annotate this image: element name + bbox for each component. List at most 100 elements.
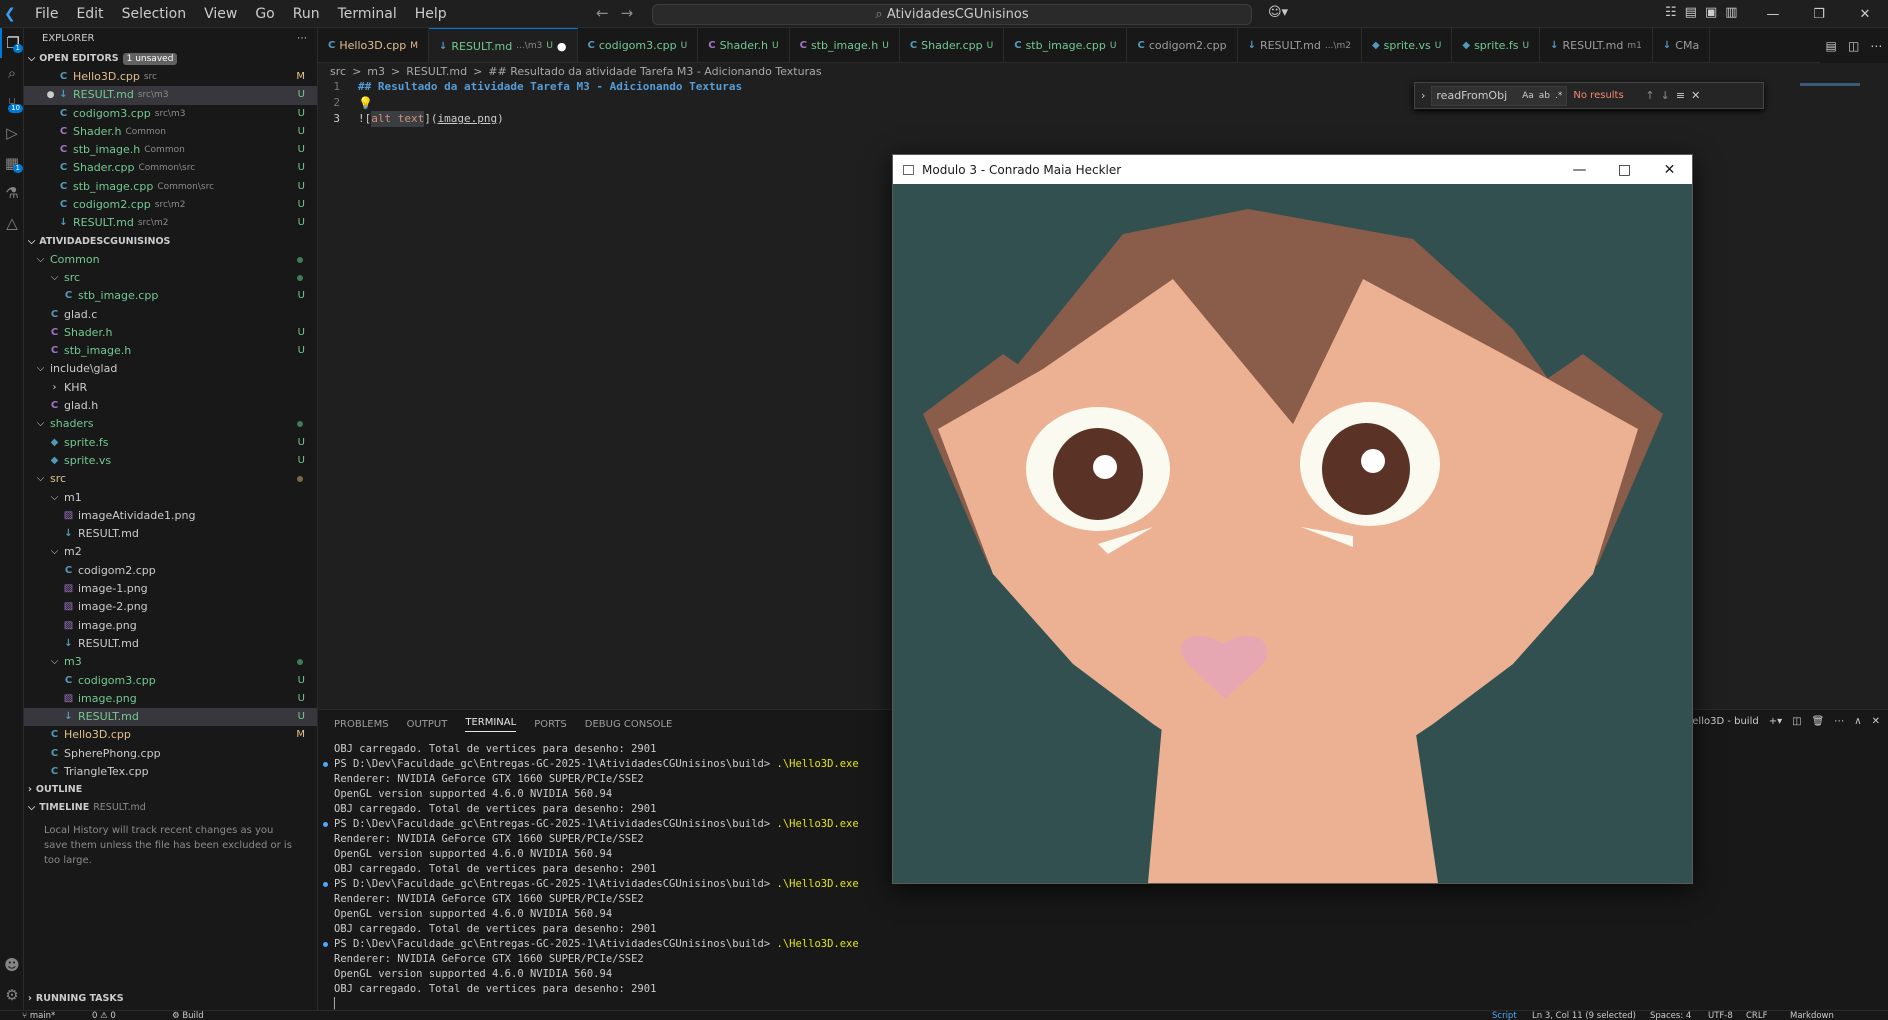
tree-file[interactable]: Cstb_image.h U xyxy=(24,342,317,360)
script-status[interactable]: Script xyxy=(1492,1011,1517,1020)
menu-item-go[interactable]: Go xyxy=(246,6,283,22)
menu-item-help[interactable]: Help xyxy=(406,6,456,22)
running-tasks-header[interactable]: › RUNNING TASKS xyxy=(24,990,124,1008)
run-debug-icon[interactable]: ▷ xyxy=(0,118,24,148)
menu-item-edit[interactable]: Edit xyxy=(67,6,112,22)
toggle-panel-icon[interactable]: ▣ xyxy=(1705,5,1717,20)
command-decoration-icon[interactable] xyxy=(323,822,328,827)
menu-item-run[interactable]: Run xyxy=(284,6,329,22)
tab-result-md[interactable]: ↓ RESULT.md m1 xyxy=(1540,28,1653,62)
tree-file[interactable]: ↓ RESULT.md xyxy=(24,635,317,653)
image-path[interactable]: image.png xyxy=(437,111,497,127)
split-editor-icon[interactable]: ◫ xyxy=(1848,39,1859,53)
open-editors-header[interactable]: ⌵ OPEN EDITORS 1 unsaved xyxy=(24,50,317,68)
open-editor-item[interactable]: C Shader.h Common U xyxy=(24,123,317,141)
open-editor-item[interactable]: Cstb_image.h Common U xyxy=(24,141,317,159)
render-viewport[interactable] xyxy=(893,184,1692,883)
tree-folder[interactable]: › KHR xyxy=(24,379,317,397)
tree-folder[interactable]: ⌵ Common xyxy=(24,251,317,269)
timeline-header[interactable]: ⌵ TIMELINE RESULT.md xyxy=(24,799,317,817)
app-minimize-icon[interactable]: — xyxy=(1557,162,1602,178)
maximize-panel-icon[interactable]: ∧ xyxy=(1854,716,1861,727)
match-case-icon[interactable]: Aa xyxy=(1522,87,1534,105)
command-decoration-icon[interactable] xyxy=(323,762,328,767)
command-decoration-icon[interactable] xyxy=(323,942,328,947)
new-terminal-icon[interactable]: +▾ xyxy=(1769,716,1782,727)
tree-file[interactable]: ▨ imageAtividade1.png xyxy=(24,507,317,525)
opengl-app-window[interactable]: Modulo 3 - Conrado Maia Heckler — □ ✕ xyxy=(892,154,1693,884)
cmake-icon[interactable]: △ xyxy=(0,208,24,238)
cursor-position[interactable]: Ln 3, Col 11 (9 selected) xyxy=(1532,1011,1636,1020)
toggle-replace-icon[interactable]: › xyxy=(1421,89,1425,102)
tree-file[interactable]: Ccodigom3.cpp U xyxy=(24,672,317,690)
split-terminal-icon[interactable]: ◫ xyxy=(1792,716,1801,727)
language-status[interactable]: Markdown xyxy=(1790,1011,1834,1020)
tab-stb-image-cpp[interactable]: Cstb_image.cpp U xyxy=(1004,28,1128,62)
panel-tab-ports[interactable]: PORTS xyxy=(534,719,567,730)
dirty-dot-icon[interactable]: ● xyxy=(557,40,567,53)
tree-folder[interactable]: ⌵ shaders xyxy=(24,415,317,433)
open-editor-item[interactable]: Ccodigom2.cpp src\m2 U xyxy=(24,196,317,214)
find-input[interactable]: readFromObj Aa ab .* xyxy=(1431,85,1568,106)
tree-file[interactable]: ◆ sprite.vs U xyxy=(24,452,317,470)
open-editor-item[interactable]: Cstb_image.cpp Common\src U xyxy=(24,178,317,196)
encoding-status[interactable]: UTF-8 xyxy=(1708,1011,1733,1020)
regex-icon[interactable]: .* xyxy=(1555,87,1562,105)
command-center-search[interactable]: ⌕ AtividadesCGUnisinos xyxy=(652,4,1252,25)
tree-folder[interactable]: ⌵ src xyxy=(24,470,317,488)
eol-status[interactable]: CRLF xyxy=(1746,1011,1767,1020)
tree-file[interactable]: Cstb_image.cpp U xyxy=(24,287,317,305)
tree-file[interactable]: C Hello3D.cpp M xyxy=(24,726,317,744)
tab-cma[interactable]: ↓ CMa xyxy=(1653,28,1711,62)
open-preview-icon[interactable]: ▤ xyxy=(1826,39,1837,53)
tree-file[interactable]: ↓ RESULT.md xyxy=(24,525,317,543)
tree-file[interactable]: Cglad.c xyxy=(24,306,317,324)
panel-tab-terminal[interactable]: TERMINAL xyxy=(465,717,517,732)
tab-shader-h[interactable]: C Shader.h U xyxy=(698,28,790,62)
panel-tab-problems[interactable]: PROBLEMS xyxy=(334,719,389,730)
panel-more-icon[interactable]: ⋯ xyxy=(1834,716,1844,727)
branch-status[interactable]: ⑂ main* xyxy=(22,1011,55,1020)
lightbulb-icon[interactable]: 💡 xyxy=(358,95,373,111)
tree-folder[interactable]: ⌵ m3 xyxy=(24,653,317,671)
tab-shader-cpp[interactable]: C Shader.cpp U xyxy=(900,28,1005,62)
tree-file[interactable]: C TriangleTex.cpp xyxy=(24,763,317,781)
command-decoration-icon[interactable] xyxy=(323,882,328,887)
toggle-secondary-sidebar-icon[interactable]: ▥ xyxy=(1725,5,1737,20)
breadcrumb-item[interactable]: src xyxy=(330,65,346,78)
menu-item-view[interactable]: View xyxy=(195,6,246,22)
close-icon[interactable]: ✕ xyxy=(1842,7,1888,22)
forward-arrow-icon[interactable]: → xyxy=(621,4,634,22)
tab-codigom2-cpp[interactable]: Ccodigom2.cpp xyxy=(1127,28,1238,62)
tree-folder[interactable]: ⌵ src xyxy=(24,269,317,287)
panel-tab-output[interactable]: OUTPUT xyxy=(407,719,448,730)
tab-result-md[interactable]: ↓ RESULT.md ...\m3 U ● xyxy=(428,28,578,62)
tab-result-md[interactable]: ↓ RESULT.md ...\m2 xyxy=(1238,28,1362,62)
manage-gear-icon[interactable]: ⚙ xyxy=(0,980,24,1010)
tree-file[interactable]: ▨ image.png U xyxy=(24,690,317,708)
close-find-icon[interactable]: ✕ xyxy=(1691,89,1700,102)
tab-codigom3-cpp[interactable]: Ccodigom3.cpp U xyxy=(578,28,699,62)
app-close-icon[interactable]: ✕ xyxy=(1647,162,1692,178)
tree-folder[interactable]: ⌵ m2 xyxy=(24,543,317,561)
open-editor-item[interactable]: Ccodigom3.cpp src\m3 U xyxy=(24,105,317,123)
open-editor-item[interactable]: C Hello3D.cpp src M xyxy=(24,68,317,86)
menu-item-terminal[interactable]: Terminal xyxy=(329,6,406,22)
workspace-header[interactable]: ⌵ ATIVIDADESCGUNISINOS xyxy=(24,233,317,251)
open-editor-item[interactable]: ↓ RESULT.md src\m2 U xyxy=(24,214,317,232)
next-match-icon[interactable]: ↓ xyxy=(1661,89,1670,102)
outline-header[interactable]: › OUTLINE xyxy=(24,781,317,799)
minimize-icon[interactable]: — xyxy=(1750,7,1796,22)
tree-folder[interactable]: ⌵ m1 xyxy=(24,489,317,507)
app-maximize-icon[interactable]: □ xyxy=(1602,162,1647,178)
back-arrow-icon[interactable]: ← xyxy=(596,4,609,22)
open-editor-item[interactable]: C Shader.cpp Common\src U xyxy=(24,159,317,177)
accounts-icon[interactable]: ☻ xyxy=(0,950,24,980)
tree-file[interactable]: C SpherePhong.cpp xyxy=(24,745,317,763)
toggle-sidebar-icon[interactable]: ▤ xyxy=(1685,5,1697,20)
search-view-icon[interactable]: ⌕ xyxy=(0,58,24,88)
explorer-icon[interactable]: ❐ 1 xyxy=(0,28,24,58)
indentation-status[interactable]: Spaces: 4 xyxy=(1650,1011,1691,1020)
app-title-bar[interactable]: Modulo 3 - Conrado Maia Heckler — □ ✕ xyxy=(893,155,1692,184)
editor-more-icon[interactable]: ⋯ xyxy=(1870,39,1882,53)
